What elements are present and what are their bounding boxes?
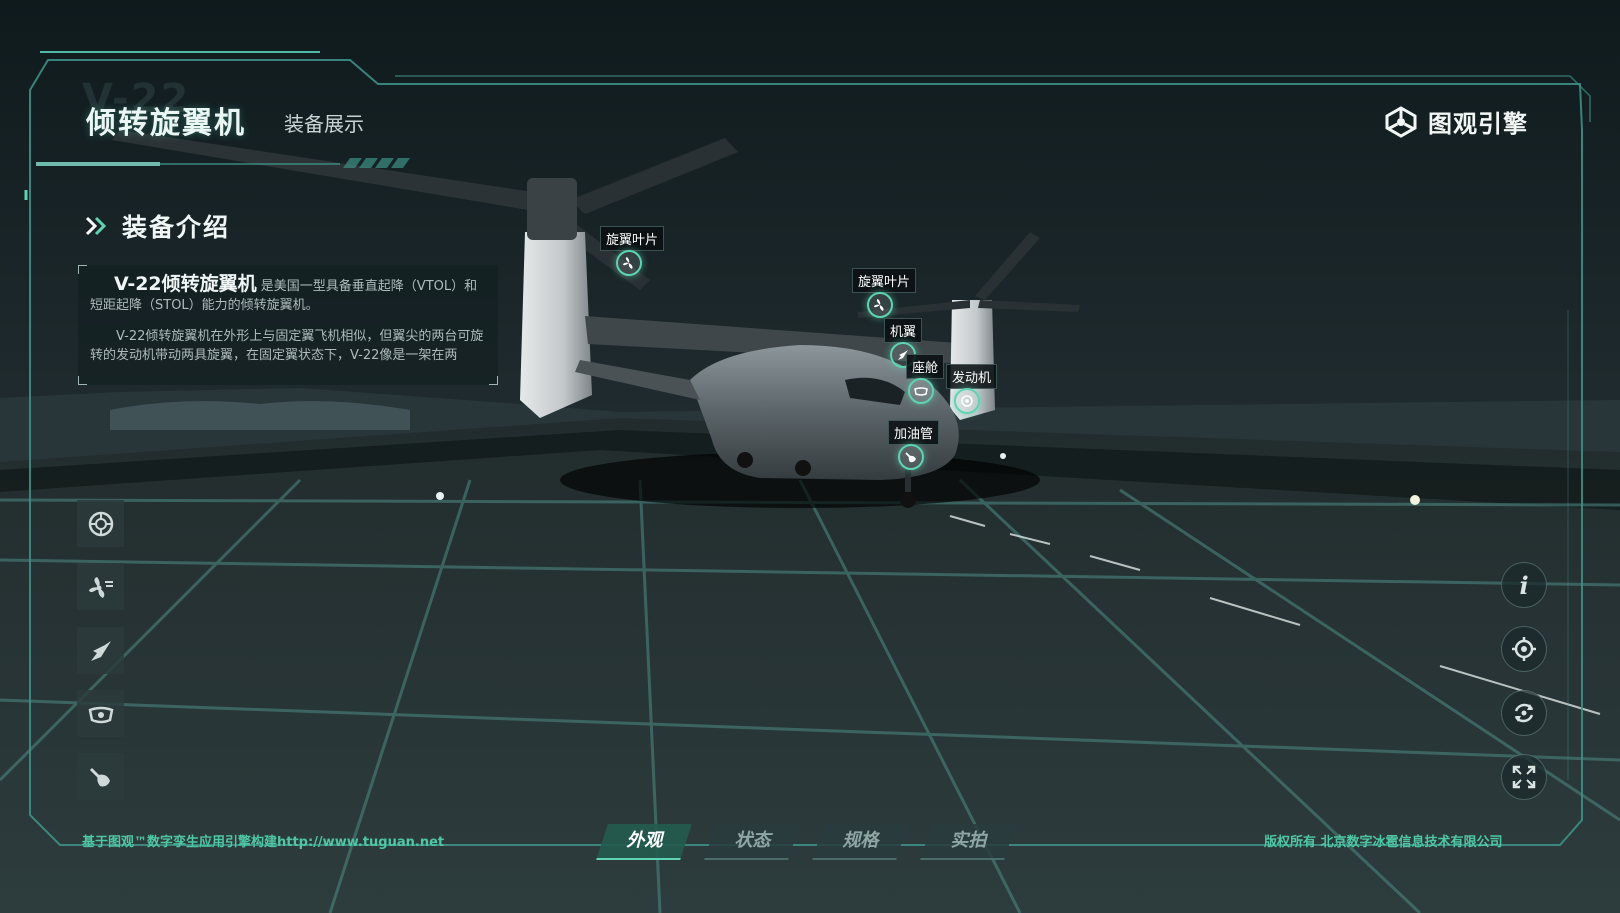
tab-status[interactable]: 状态	[704, 824, 800, 860]
hotspot-label: 座舱	[906, 354, 945, 379]
tab-label: 外观	[626, 830, 663, 851]
intro-lead: V-22倾转旋翼机 是美国一型具备垂直起降（VTOL）和短距起降（STOL）能力…	[90, 275, 486, 315]
tab-label: 规格	[842, 830, 879, 851]
brand: 图观引擎	[1384, 104, 1528, 139]
intro-lead-name: V-22倾转旋翼机	[114, 273, 257, 295]
hotspot-label: 旋翼叶片	[600, 226, 665, 251]
page-subtitle: 装备展示	[284, 112, 364, 136]
tool-fuel-pipe-button[interactable]	[77, 753, 124, 800]
brand-logo-icon	[1385, 105, 1417, 138]
footer-copyright: 版权所有 北京数字冰雹信息技术有限公司	[1264, 835, 1503, 850]
locate-icon	[1512, 637, 1536, 661]
tool-cockpit-button[interactable]	[77, 690, 124, 737]
rotate-button[interactable]	[1501, 690, 1547, 736]
rotor-icon[interactable]	[867, 292, 893, 318]
cockpit-icon	[88, 706, 113, 723]
rotor-icon	[88, 576, 113, 598]
page-title: 倾转旋翼机	[86, 106, 246, 141]
section-title: 装备介绍	[122, 213, 231, 242]
tool-wing-button[interactable]	[77, 627, 124, 674]
tab-specs[interactable]: 规格	[812, 824, 908, 860]
cockpit-icon[interactable]	[908, 378, 934, 404]
hotspot-label: 加油管	[888, 420, 940, 445]
rotate-icon	[1514, 703, 1534, 723]
fullscreen-icon	[1512, 765, 1536, 789]
tab-photos[interactable]: 实拍	[920, 824, 1016, 860]
tool-rotor-button[interactable]	[77, 563, 124, 610]
hotspot-label: 机翼	[884, 318, 923, 343]
engine-icon[interactable]	[954, 388, 980, 414]
tab-label: 实拍	[950, 830, 987, 851]
fuel-pipe-icon	[89, 767, 110, 786]
tab-appearance[interactable]: 外观	[596, 824, 692, 860]
fuel-pipe-icon[interactable]	[898, 444, 924, 470]
brand-name: 图观引擎	[1428, 110, 1528, 138]
hotspot-label: 旋翼叶片	[852, 268, 917, 293]
wing-icon	[90, 640, 111, 661]
hotspot-label: 发动机	[946, 364, 998, 389]
double-chevron-icon	[85, 216, 107, 236]
fullscreen-button[interactable]	[1501, 754, 1547, 800]
tool-wheel-button[interactable]	[77, 500, 124, 547]
tab-label: 状态	[734, 830, 771, 851]
wheel-icon	[88, 511, 113, 536]
rotor-icon[interactable]	[616, 250, 642, 276]
intro-panel[interactable]: V-22倾转旋翼机 是美国一型具备垂直起降（VTOL）和短距起降（STOL）能力…	[78, 265, 498, 385]
section-header: 装备介绍	[84, 208, 230, 244]
info-button[interactable]: i	[1501, 562, 1547, 608]
footer-engine-credit[interactable]: 基于图观™数字孪生应用引擎构建http://www.tuguan.net	[82, 831, 444, 850]
intro-paragraph: V-22倾转旋翼机在外形上与固定翼飞机相似，但翼尖的两台可旋转的发动机带动两具旋…	[90, 329, 484, 363]
locate-button[interactable]	[1501, 626, 1547, 672]
info-icon: i	[1519, 570, 1529, 600]
